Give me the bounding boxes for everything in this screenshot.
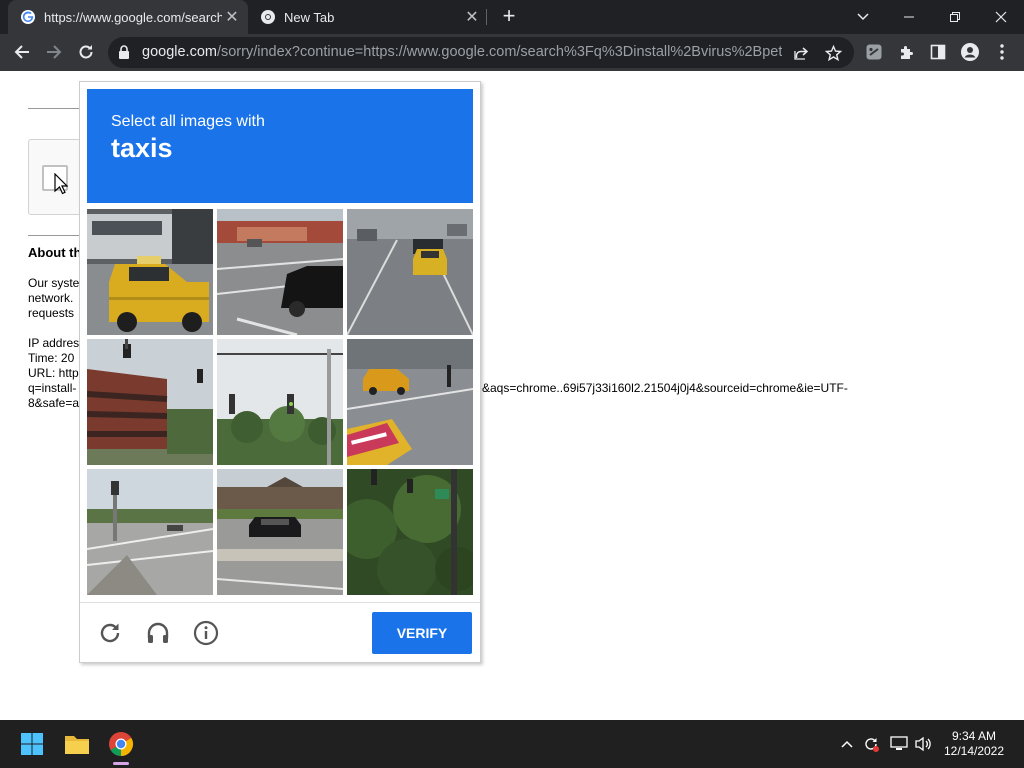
active-app-indicator — [113, 762, 129, 765]
chrome-favicon-icon — [261, 10, 275, 24]
close-tab-icon[interactable]: ✕ — [222, 7, 242, 27]
side-panel-icon[interactable] — [928, 42, 948, 62]
image-tile-3[interactable] — [347, 209, 473, 335]
arrow-left-icon — [14, 45, 29, 59]
volume-icon[interactable] — [913, 734, 933, 754]
back-button[interactable] — [10, 40, 34, 64]
forward-button[interactable] — [42, 40, 66, 64]
ip-address-line: IP addres — [28, 336, 80, 350]
captcha-challenge-popup: Select all images with taxis VERIFY — [79, 81, 481, 663]
url-text[interactable]: google.com/sorry/index?continue=https://… — [142, 44, 782, 60]
star-icon[interactable] — [823, 43, 843, 63]
explanation-line: Our syste — [28, 276, 80, 290]
browser-toolbar: google.com/sorry/index?continue=https://… — [0, 34, 1024, 71]
url-line-continued: &aqs=chrome..69i57j33i160l2.21504j0j4&so… — [482, 381, 848, 395]
challenge-prompt: Select all images with — [111, 113, 265, 130]
tab-new-tab[interactable]: New Tab ✕ — [248, 0, 488, 34]
tab-title: https://www.google.com/search?q=install+… — [44, 9, 222, 25]
about-heading: About th — [28, 245, 82, 260]
chrome-taskbar-icon[interactable] — [105, 728, 137, 760]
restore-button[interactable] — [932, 0, 978, 34]
extension-shield-icon[interactable] — [864, 42, 884, 62]
share-icon[interactable] — [791, 43, 811, 63]
url-line: URL: http — [28, 366, 79, 380]
lock-icon[interactable] — [118, 45, 130, 60]
tab-search-chevron-icon[interactable] — [840, 0, 886, 34]
address-bar[interactable]: google.com/sorry/index?continue=https://… — [108, 37, 854, 68]
divider — [28, 108, 80, 109]
image-tile-8[interactable] — [217, 469, 343, 595]
arrow-right-icon — [47, 45, 62, 59]
footer-divider — [80, 602, 480, 603]
url-host: google.com — [142, 44, 217, 60]
reload-challenge-icon[interactable] — [95, 618, 125, 648]
person-icon[interactable] — [960, 42, 980, 62]
tab-separator — [486, 9, 487, 25]
challenge-banner: Select all images with taxis — [87, 89, 473, 203]
explanation-line: requests — [28, 306, 75, 320]
chevron-up-icon[interactable] — [837, 734, 857, 754]
sync-status-icon[interactable] — [861, 734, 881, 754]
new-tab-button[interactable]: + — [497, 5, 521, 29]
image-grid — [87, 209, 473, 595]
kebab-menu-icon[interactable] — [992, 42, 1012, 62]
image-tile-1[interactable] — [87, 209, 213, 335]
mouse-cursor-icon — [54, 173, 68, 195]
image-tile-2[interactable] — [217, 209, 343, 335]
url-line: 8&safe=a — [28, 396, 80, 410]
close-tab-icon[interactable]: ✕ — [462, 7, 482, 27]
network-icon[interactable] — [889, 734, 909, 754]
verify-button[interactable]: VERIFY — [372, 612, 472, 654]
headphones-icon[interactable] — [143, 618, 173, 648]
challenge-target: taxis — [111, 133, 173, 163]
google-favicon-icon — [21, 10, 35, 24]
explanation-line: network. — [28, 291, 74, 305]
taskbar: 9:34 AM 12/14/2022 — [0, 720, 1024, 768]
tab-google-search[interactable]: https://www.google.com/search?q=install+… — [8, 0, 248, 34]
url-path: /sorry/index?continue=https://www.google… — [216, 44, 782, 60]
minimize-button[interactable] — [886, 0, 932, 34]
reload-icon — [79, 45, 93, 59]
divider — [28, 235, 80, 236]
taskbar-clock[interactable]: 9:34 AM 12/14/2022 — [938, 729, 1010, 759]
close-window-button[interactable] — [978, 0, 1024, 34]
windows-start-icon[interactable] — [16, 728, 48, 760]
image-tile-6[interactable] — [347, 339, 473, 465]
file-explorer-icon[interactable] — [61, 728, 93, 760]
clock-time: 9:34 AM — [951, 729, 997, 743]
reload-button[interactable] — [74, 40, 98, 64]
time-line: Time: 20 — [28, 351, 75, 365]
clock-date: 12/14/2022 — [943, 744, 1005, 758]
image-tile-5[interactable] — [217, 339, 343, 465]
tab-strip: https://www.google.com/search?q=install+… — [0, 0, 1024, 34]
tab-title: New Tab — [284, 9, 335, 25]
info-icon[interactable] — [191, 618, 221, 648]
puzzle-icon[interactable] — [896, 42, 916, 62]
image-tile-9[interactable] — [347, 469, 473, 595]
image-tile-4[interactable] — [87, 339, 213, 465]
image-tile-7[interactable] — [87, 469, 213, 595]
url-line: q=install- — [28, 381, 77, 395]
